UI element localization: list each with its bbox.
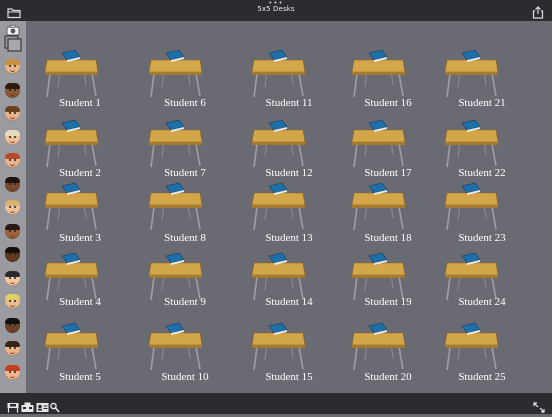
fullscreen-icon[interactable] <box>533 398 545 417</box>
desk-label: Student 2 <box>59 167 101 179</box>
desk-label: Student 3 <box>59 232 101 244</box>
desk-label: Student 8 <box>164 232 206 244</box>
desk-label: Student 23 <box>458 232 506 244</box>
classroom-canvas[interactable]: Student 1 Student 2 Student 3 Student 4 Stud… <box>26 21 552 393</box>
desk-label: Student 10 <box>161 371 209 383</box>
desk-label: Student 17 <box>364 167 412 179</box>
folder-icon[interactable] <box>7 4 21 19</box>
desk-label: Student 15 <box>265 371 313 383</box>
desk-label: Student 4 <box>59 296 101 308</box>
desk-label: Student 22 <box>458 167 506 179</box>
student-desk[interactable] <box>349 180 409 240</box>
desk-label: Student 14 <box>265 296 313 308</box>
student-desk[interactable] <box>146 180 206 240</box>
teacher-desk-icon[interactable] <box>21 398 34 417</box>
title-bar: ••• 5x5 Desks <box>0 0 552 21</box>
desk-label: Student 21 <box>458 97 506 109</box>
desk-label: Student 11 <box>265 97 313 109</box>
desk-label: Student 16 <box>364 97 412 109</box>
student-avatar-icon[interactable] <box>5 223 20 239</box>
desk-label: Student 13 <box>265 232 313 244</box>
desk-label: Student 12 <box>265 167 313 179</box>
student-palette <box>0 21 26 393</box>
student-avatar-icon[interactable] <box>5 341 20 356</box>
student-avatar-icon[interactable] <box>5 82 20 98</box>
layers-icon[interactable] <box>4 35 22 56</box>
desk-label: Student 18 <box>364 232 412 244</box>
student-avatar-icon[interactable] <box>5 270 20 286</box>
page-title: 5x5 Desks <box>257 5 295 13</box>
student-avatar-icon[interactable] <box>5 200 20 215</box>
student-desk[interactable] <box>442 180 502 240</box>
student-avatar-icon[interactable] <box>5 153 20 168</box>
bottom-toolbar <box>0 393 552 414</box>
settings-icon[interactable] <box>50 398 60 417</box>
student-avatar-icon[interactable] <box>5 106 20 121</box>
student-avatar-icon[interactable] <box>5 129 20 145</box>
desk-label: Student 19 <box>364 296 412 308</box>
desk-label: Student 5 <box>59 371 101 383</box>
student-avatar-icon[interactable] <box>5 247 20 262</box>
student-avatar-icon[interactable] <box>5 317 20 333</box>
student-desk[interactable] <box>249 180 309 240</box>
student-desk[interactable] <box>42 180 102 240</box>
desk-label: Student 9 <box>164 296 206 308</box>
student-avatar-icon[interactable] <box>5 176 20 192</box>
share-icon[interactable] <box>531 4 545 19</box>
desk-icon[interactable] <box>7 398 19 417</box>
desk-label: Student 25 <box>458 371 506 383</box>
desk-label: Student 1 <box>59 97 101 109</box>
id-card-icon[interactable] <box>36 398 49 417</box>
student-avatar-icon[interactable] <box>5 59 20 74</box>
student-avatar-icon[interactable] <box>5 294 20 309</box>
desk-label: Student 7 <box>164 167 206 179</box>
desk-label: Student 20 <box>364 371 412 383</box>
student-avatar-icon[interactable] <box>5 364 20 380</box>
desk-label: Student 24 <box>458 296 506 308</box>
desk-label: Student 6 <box>164 97 206 109</box>
